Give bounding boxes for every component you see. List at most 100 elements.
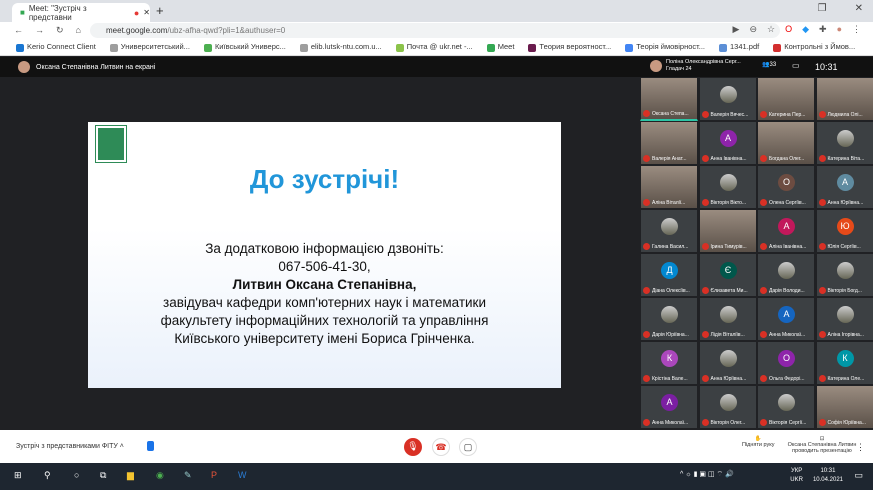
presentation-button[interactable]: ⊡ Оксана Степанівна Литвин проводить презе…: [787, 436, 857, 454]
camera-button[interactable]: ▢: [459, 438, 477, 456]
participant-tile[interactable]: Дарія Юріївна...: [640, 297, 698, 341]
participant-tile[interactable]: Ірина Тимурів...: [698, 209, 757, 253]
cortana-icon[interactable]: ○: [74, 470, 79, 480]
search-icon[interactable]: ⚲: [44, 470, 51, 481]
bookmark-item[interactable]: Meet: [486, 42, 514, 52]
participant-tile[interactable]: А Анна Юріївна...: [815, 165, 873, 209]
participant-tile[interactable]: А Анна Миколаї...: [640, 385, 698, 429]
participant-tile[interactable]: А Аліна Іванівна...: [757, 209, 815, 253]
participants-button[interactable]: 👥33: [762, 61, 776, 68]
mic-off-icon: [818, 199, 826, 206]
extension-icon[interactable]: ◆: [802, 24, 809, 35]
bookmark-item[interactable]: Теорія ймовірност...: [625, 42, 705, 52]
mic-off-icon: [643, 287, 650, 294]
participant-tile[interactable]: А Анна Іванівна...: [698, 121, 757, 165]
participant-tile[interactable]: Вікторія Олег...: [698, 385, 757, 429]
file-explorer-icon[interactable]: ▆: [127, 470, 134, 481]
raise-hand-button[interactable]: ✋ Підняти руку: [742, 436, 774, 448]
participant-tile[interactable]: Є Єлизавета Ми...: [698, 253, 757, 297]
zoom-icon[interactable]: ⊖: [749, 24, 757, 35]
mic-off-button[interactable]: 🎙: [404, 438, 422, 456]
bookmark-item[interactable]: elib.lutsk-ntu.com.u...: [299, 42, 382, 52]
leave-call-button[interactable]: ☎: [432, 438, 450, 456]
avatar: [719, 86, 737, 103]
mic-off-icon: [643, 419, 650, 426]
participant-tile[interactable]: Катерина Віта...: [815, 121, 873, 165]
bookmark-item[interactable]: Київський Универс...: [203, 42, 286, 52]
url-input[interactable]: meet.google.com/ubz-afha-qwd?pli=1&authu…: [90, 23, 780, 38]
pinned-participant[interactable]: Поліна Олександрівна Серг... Гладач 24: [650, 59, 741, 73]
participant-tile[interactable]: К Катерина Оле...: [815, 341, 873, 385]
avatar: К: [836, 350, 854, 367]
participant-tile[interactable]: О Олена Сергіїв...: [757, 165, 815, 209]
mic-off-icon: [643, 331, 650, 338]
star-icon[interactable]: ☆: [767, 24, 775, 35]
back-icon[interactable]: ←: [14, 25, 23, 36]
bookmark-item[interactable]: Почта @ ukr.net -...: [395, 42, 473, 52]
participant-tile[interactable]: Анна Юріївна...: [698, 341, 757, 385]
participant-tile[interactable]: О Ольга Федорі...: [757, 341, 815, 385]
mic-off-icon: [818, 331, 826, 338]
bookmark-icon: [299, 43, 308, 52]
bookmark-item[interactable]: Контрольні з Ймов...: [773, 42, 855, 52]
profile-icon[interactable]: ●: [837, 24, 842, 35]
avatar: К: [661, 350, 678, 367]
bookmark-item[interactable]: Университетський...: [109, 42, 190, 52]
participant-tile[interactable]: Лідія Віталіїв...: [698, 297, 757, 341]
camera-icon[interactable]: ▶: [733, 24, 740, 35]
participant-tile[interactable]: Вікторія Сергії...: [757, 385, 815, 429]
mic-off-icon: [760, 199, 767, 206]
participant-tile[interactable]: Д Діана Олексіїв...: [640, 253, 698, 297]
participant-tile[interactable]: Галина Васил...: [640, 209, 698, 253]
reload-icon[interactable]: ↻: [56, 25, 64, 36]
avatar: [719, 350, 737, 367]
chrome-icon[interactable]: ◉: [156, 470, 164, 481]
avatar: А: [836, 174, 854, 191]
participant-tile[interactable]: Валерія Вячес...: [698, 77, 757, 121]
university-logo: [95, 125, 127, 163]
paint-icon[interactable]: ✎: [184, 470, 192, 481]
participant-tile[interactable]: Оксана Степа...: [640, 77, 698, 121]
avatar: О: [778, 350, 795, 367]
participant-tile[interactable]: Аліна Віталії...: [640, 165, 698, 209]
participant-tile[interactable]: Валерія Анат...: [640, 121, 698, 165]
mic-off-icon: [701, 331, 709, 338]
menu-icon[interactable]: ⋮: [852, 24, 861, 35]
participant-tile[interactable]: Богдана Олег...: [757, 121, 815, 165]
participant-tile[interactable]: Людмила Олі...: [815, 77, 873, 121]
chat-icon[interactable]: ▭: [792, 61, 800, 70]
participant-tile[interactable]: Аліна Ігорівна...: [815, 297, 873, 341]
participant-tile[interactable]: Катерина Пер...: [757, 77, 815, 121]
forward-icon[interactable]: →: [35, 25, 44, 36]
participant-tile[interactable]: Дарія Володи...: [757, 253, 815, 297]
windows-start-icon[interactable]: ⊞: [14, 470, 22, 481]
close-window-icon[interactable]: ✕: [855, 3, 863, 14]
new-tab-button[interactable]: +: [156, 3, 164, 18]
mic-off-icon: [818, 375, 826, 382]
shield-icon[interactable]: [147, 441, 154, 451]
participant-tile[interactable]: Софія Юріївна...: [815, 385, 873, 429]
participant-tile[interactable]: Вікторія Вікто...: [698, 165, 757, 209]
browser-tab[interactable]: ■ Meet: "Зустріч з представни ● ✕: [12, 3, 150, 22]
participant-tile[interactable]: Вікторія Богд...: [815, 253, 873, 297]
participant-tile[interactable]: К Крістіна Вале...: [640, 341, 698, 385]
system-tray-icons[interactable]: ^ ☼ ▮ ▣ ◫ ⌔ 🔊: [680, 470, 734, 479]
restore-icon[interactable]: ❐: [818, 3, 827, 14]
word-icon[interactable]: W: [238, 470, 247, 480]
meeting-details-button[interactable]: Зустріч з представниками ФІТУ ˄: [16, 443, 124, 450]
puzzle-icon[interactable]: ✚: [819, 24, 827, 35]
bookmark-item[interactable]: 1341.pdf: [719, 42, 759, 52]
close-tab-icon[interactable]: ✕: [143, 8, 150, 17]
participant-tile[interactable]: Ю Юлія Сергіїв...: [815, 209, 873, 253]
powerpoint-icon[interactable]: P: [211, 470, 217, 480]
opera-icon[interactable]: O: [785, 24, 792, 35]
home-icon[interactable]: ⌂: [76, 25, 81, 36]
mic-off-icon: [643, 375, 650, 382]
task-view-icon[interactable]: ⧉: [100, 470, 106, 481]
bookmark-item[interactable]: Теория вероятност...: [528, 42, 611, 52]
tray-clock[interactable]: УКР UKR 10:31 10.04.2021: [790, 467, 843, 485]
participant-tile[interactable]: А Анна Миколаї...: [757, 297, 815, 341]
more-options-icon[interactable]: ⋮: [856, 442, 865, 453]
bookmark-item[interactable]: Kerio Connect Client: [16, 42, 96, 52]
notifications-icon[interactable]: ▭: [854, 470, 863, 481]
